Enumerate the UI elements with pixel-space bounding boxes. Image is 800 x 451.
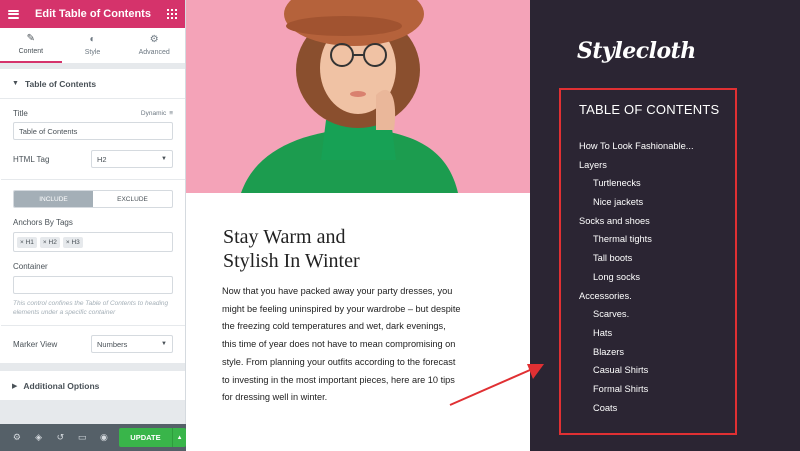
dynamic-label: Dynamic (140, 109, 167, 117)
chevron-down-icon: ▼ (161, 156, 167, 162)
tab-advanced-label: Advanced (138, 49, 170, 56)
marker-view-control: Marker View Numbers ▼ (13, 335, 173, 353)
caret-right-icon: ▶ (12, 382, 18, 390)
divider (1, 179, 185, 180)
tag-h2[interactable]: × H2 (39, 236, 60, 248)
section-controls: Title Dynamic ≡ Table of Contents HTML T… (0, 99, 185, 363)
toc-list: How To Look Fashionable... Layers Turtlene… (579, 139, 737, 419)
toc-link[interactable]: Turtlenecks (579, 176, 737, 195)
title-control-header: Title Dynamic ≡ (13, 107, 173, 119)
headline-line-2: Stylish In Winter (223, 250, 360, 272)
headline-line-1: Stay Warm and (223, 226, 346, 248)
layers-icon[interactable]: ◈ (28, 432, 50, 443)
settings-icon[interactable]: ⚙ (6, 432, 28, 443)
toc-link[interactable]: Nice jackets (579, 195, 737, 214)
preview-sidebar: Stylecloth TABLE OF CONTENTS How To Look… (530, 0, 800, 451)
html-tag-label: HTML Tag (13, 154, 50, 164)
toc-link[interactable]: Scarves. (579, 307, 737, 326)
section-toggle-table-of-contents[interactable]: ▼ Table of Contents (0, 69, 185, 99)
html-tag-select[interactable]: H2 ▼ (91, 150, 173, 168)
preview-eye-icon[interactable]: ◉ (93, 432, 115, 443)
divider (1, 325, 185, 326)
toc-link[interactable]: Layers (579, 158, 737, 177)
tab-advanced[interactable]: ⚙ Advanced (123, 28, 185, 63)
anchors-tags-input[interactable]: × H1 × H2 × H3 (13, 232, 173, 252)
section-title: Table of Contents (24, 78, 97, 89)
section-toggle-additional-options[interactable]: ▶ Additional Options (0, 371, 185, 401)
include-tab[interactable]: INCLUDE (14, 191, 93, 207)
marker-view-label: Marker View (13, 339, 58, 349)
hamburger-menu-icon[interactable] (8, 9, 19, 19)
toc-link[interactable]: Long socks (579, 270, 737, 289)
caret-down-icon: ▼ (12, 80, 19, 87)
pencil-icon: ✎ (26, 33, 36, 44)
toc-link[interactable]: Hats (579, 326, 737, 345)
panel-header: Edit Table of Contents (0, 0, 185, 28)
woman-portrait-image (186, 0, 530, 193)
toc-link[interactable]: How To Look Fashionable... (579, 139, 737, 158)
tab-style[interactable]: ◐ Style (62, 28, 124, 63)
toc-link[interactable]: Thermal tights (579, 232, 737, 251)
title-label: Title (13, 108, 28, 118)
toc-link[interactable]: Tall boots (579, 251, 737, 270)
html-tag-control: HTML Tag H2 ▼ (13, 150, 173, 168)
contrast-icon: ◐ (89, 34, 96, 45)
article-body: Now that you have packed away your party… (222, 286, 461, 403)
html-tag-value: H2 (97, 154, 107, 164)
additional-options-title: Additional Options (23, 380, 100, 391)
brand-logo: Stylecloth (577, 38, 696, 64)
tab-content[interactable]: ✎ Content (0, 28, 62, 63)
toc-title: TABLE OF CONTENTS (579, 102, 720, 117)
widgets-grid-icon[interactable] (167, 9, 177, 19)
tab-style-label: Style (84, 49, 101, 56)
toc-link[interactable]: Accessories. (579, 289, 737, 308)
database-icon: ≡ (169, 109, 173, 117)
toc-link[interactable]: Coats (579, 401, 737, 420)
title-input[interactable]: Table of Contents (13, 122, 173, 140)
toc-link[interactable]: Blazers (579, 345, 737, 364)
anchors-label: Anchors By Tags (13, 218, 73, 227)
dynamic-tags-button[interactable]: Dynamic ≡ (141, 110, 173, 117)
history-icon[interactable]: ↺ (50, 432, 72, 443)
container-input[interactable] (13, 276, 173, 294)
tag-h3[interactable]: × H3 (62, 236, 83, 248)
toc-link[interactable]: Socks and shoes (579, 214, 737, 233)
responsive-mode-icon[interactable]: ▭ (71, 432, 93, 443)
toc-link[interactable]: Formal Shirts (579, 382, 737, 401)
gear-icon: ⚙ (149, 34, 159, 45)
panel-footer: ⚙ ◈ ↺ ▭ ◉ UPDATE ▲ (0, 424, 186, 451)
tab-content-label: Content (18, 48, 44, 55)
marker-view-value: Numbers (97, 339, 128, 349)
hero-image (186, 0, 530, 193)
chevron-down-icon: ▼ (161, 341, 167, 347)
include-exclude-switch: INCLUDE EXCLUDE (13, 190, 173, 208)
article-headline: Stay Warm and Stylish In Winter (223, 225, 423, 273)
update-options-button[interactable]: ▲ (172, 428, 186, 447)
container-label: Container (13, 262, 48, 271)
exclude-tab[interactable]: EXCLUDE (93, 191, 172, 207)
tag-h1[interactable]: × H1 (17, 236, 37, 248)
marker-view-select[interactable]: Numbers ▼ (91, 335, 173, 353)
toc-link[interactable]: Casual Shirts (579, 363, 737, 382)
update-button[interactable]: UPDATE (118, 428, 173, 447)
panel-title: Edit Table of Contents (35, 8, 151, 20)
panel-tabs: ✎ Content ◐ Style ⚙ Advanced (0, 28, 185, 64)
table-of-contents-widget[interactable]: TABLE OF CONTENTS How To Look Fashionabl… (559, 88, 737, 435)
article-section: Stay Warm and Stylish In Winter Now that… (186, 193, 530, 451)
editor-panel: Edit Table of Contents ✎ Content ◐ Style… (0, 0, 186, 451)
container-help-text: This control confines the Table of Conte… (13, 300, 169, 316)
